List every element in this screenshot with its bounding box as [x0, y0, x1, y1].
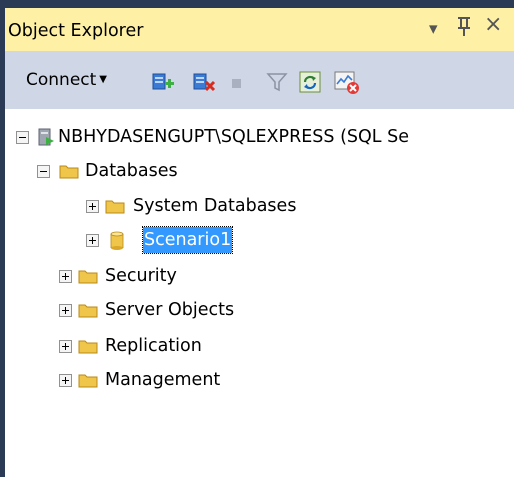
expand-toggle-icon[interactable] — [86, 234, 99, 247]
tree-node-label: Databases — [85, 161, 178, 181]
expand-toggle-icon[interactable] — [59, 340, 72, 353]
panel-title: Object Explorer — [8, 21, 144, 41]
folder-icon — [78, 301, 98, 319]
tree-node-label: System Databases — [133, 196, 297, 216]
expand-toggle-icon[interactable] — [86, 200, 99, 213]
stop-icon[interactable] — [224, 70, 248, 94]
object-explorer-tree: NBHYDASENGUPT\SQLEXPRESS (SQL Se Databas… — [5, 109, 514, 477]
expand-toggle-icon[interactable] — [59, 304, 72, 317]
connect-dropdown-button[interactable]: Connect ▼ — [26, 70, 107, 90]
tree-node-label: Scenario1 — [141, 226, 234, 254]
refresh-icon[interactable] — [298, 70, 322, 94]
folder-icon — [78, 371, 98, 389]
collapse-toggle-icon[interactable] — [37, 165, 50, 178]
folder-icon — [105, 197, 125, 215]
tree-node-label: Management — [105, 370, 221, 390]
folder-icon — [78, 267, 98, 285]
expand-toggle-icon[interactable] — [59, 374, 72, 387]
filter-icon[interactable] — [266, 70, 290, 94]
object-explorer-panel: Object Explorer ▾ × Connect ▼ NBHYDASENG… — [5, 8, 514, 477]
disconnect-server-icon[interactable] — [192, 70, 216, 94]
connect-label: Connect — [26, 70, 97, 90]
folder-icon — [78, 337, 98, 355]
database-icon — [109, 231, 127, 250]
connect-server-icon[interactable] — [151, 70, 175, 94]
chevron-down-icon: ▼ — [99, 74, 107, 85]
folder-icon — [59, 162, 79, 180]
tree-node-label: Replication — [105, 336, 202, 356]
sql-server-icon — [37, 128, 55, 146]
window-position-dropdown-icon[interactable]: ▾ — [429, 17, 438, 41]
tree-node-label: Security — [105, 266, 177, 286]
tree-node-label: Server Objects — [105, 300, 235, 320]
collapse-toggle-icon[interactable] — [16, 131, 29, 144]
expand-toggle-icon[interactable] — [59, 270, 72, 283]
tree-node-label: NBHYDASENGUPT\SQLEXPRESS (SQL Se — [58, 127, 409, 147]
activity-monitor-icon[interactable] — [333, 70, 359, 94]
object-explorer-toolbar: Connect ▼ — [5, 51, 514, 109]
close-icon[interactable]: × — [484, 13, 502, 37]
panel-titlebar: Object Explorer ▾ × — [5, 8, 514, 51]
auto-hide-pin-icon[interactable] — [457, 17, 471, 44]
